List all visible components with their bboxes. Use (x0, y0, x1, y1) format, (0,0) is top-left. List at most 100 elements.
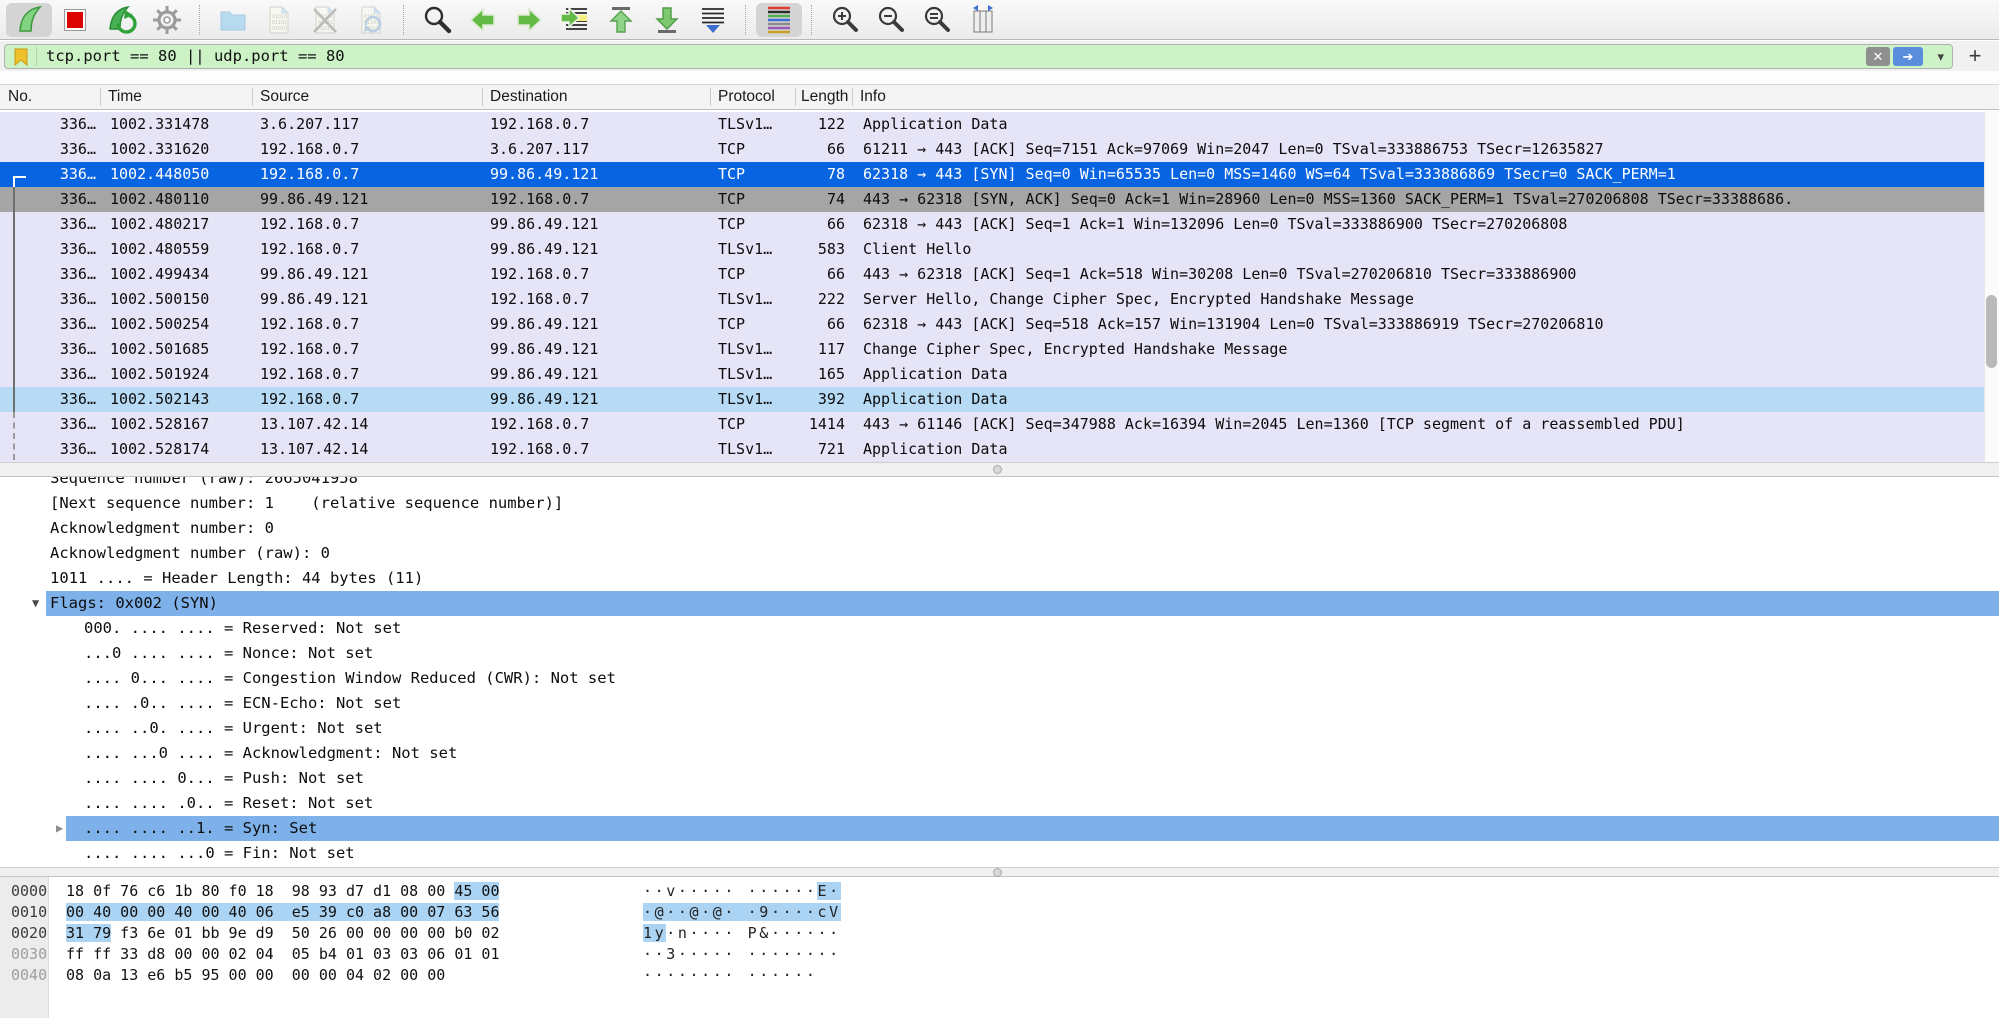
detail-line[interactable]: Acknowledgment number: 0 (0, 516, 1999, 541)
packet-row[interactable]: 336…1002.502143192.168.0.799.86.49.121TL… (0, 387, 1984, 412)
resize-columns-icon[interactable] (960, 3, 1006, 37)
zoom-out-icon[interactable] (868, 3, 914, 37)
column-resize-handle[interactable] (852, 88, 853, 106)
packet-row[interactable]: 336…1002.52817413.107.42.14192.168.0.7TL… (0, 437, 1984, 462)
cell-time: 1002.528174 (110, 437, 250, 462)
packet-row[interactable]: 336…1002.480559192.168.0.799.86.49.121TL… (0, 237, 1984, 262)
cell-length: 78 (795, 162, 845, 187)
packet-list-scrollbar-thumb[interactable] (1986, 295, 1997, 368)
packet-list[interactable]: 336…1002.3314783.6.207.117192.168.0.7TLS… (0, 110, 1999, 462)
cell-destination: 99.86.49.121 (490, 212, 706, 237)
column-resize-handle[interactable] (100, 88, 101, 106)
cell-time: 1002.500150 (110, 287, 250, 312)
stop-capture-icon[interactable] (52, 3, 98, 37)
detail-line[interactable]: [Next sequence number: 1 (relative seque… (0, 491, 1999, 516)
column-resize-handle[interactable] (795, 88, 796, 106)
packet-row[interactable]: 336…1002.501924192.168.0.799.86.49.121TL… (0, 362, 1984, 387)
hex-row[interactable]: 002031 79 f3 6e 01 bb 9e d9 50 26 00 00 … (0, 923, 1999, 944)
packet-row[interactable]: 336…1002.49943499.86.49.121192.168.0.7TC… (0, 262, 1984, 287)
column-header-no[interactable]: No. (8, 85, 96, 109)
packet-row[interactable]: 336…1002.448050192.168.0.799.86.49.121TC… (0, 162, 1984, 187)
expander-collapsed-icon[interactable]: ▶ (56, 816, 63, 841)
detail-line[interactable]: ▶.... .... ..1. = Syn: Set (0, 816, 1999, 841)
cell-time: 1002.501924 (110, 362, 250, 387)
find-packet-icon[interactable] (414, 3, 460, 37)
packet-row[interactable]: 336…1002.48011099.86.49.121192.168.0.7TC… (0, 187, 1984, 212)
go-to-packet-icon[interactable] (552, 3, 598, 37)
detail-line[interactable]: .... .... 0... = Push: Not set (0, 766, 1999, 791)
detail-line[interactable]: 1011 .... = Header Length: 44 bytes (11) (0, 566, 1999, 591)
colorize-icon[interactable] (756, 3, 802, 37)
column-header-length[interactable]: Length (801, 85, 851, 109)
cell-source: 192.168.0.7 (260, 362, 480, 387)
filter-dropdown-icon[interactable]: ▾ (1937, 45, 1944, 68)
hex-offset: 0030 (11, 944, 47, 965)
go-to-last-icon[interactable] (644, 3, 690, 37)
cell-length: 1414 (795, 412, 845, 437)
cell-info: Application Data (863, 437, 1982, 462)
go-forward-icon[interactable] (506, 3, 552, 37)
column-header-info[interactable]: Info (860, 85, 1060, 109)
detail-line[interactable]: Sequence number (raw): 2665041958 (0, 477, 1999, 491)
detail-line[interactable]: Acknowledgment number (raw): 0 (0, 541, 1999, 566)
column-resize-handle[interactable] (252, 88, 253, 106)
packet-row[interactable]: 336…1002.480217192.168.0.799.86.49.121TC… (0, 212, 1984, 237)
zoom-reset-icon[interactable] (914, 3, 960, 37)
splitter-details-bytes[interactable] (0, 867, 1999, 877)
go-back-icon[interactable] (460, 3, 506, 37)
cell-protocol: TCP (718, 262, 792, 287)
cell-length: 721 (795, 437, 845, 462)
detail-line[interactable]: .... ...0 .... = Acknowledgment: Not set (0, 741, 1999, 766)
cell-length: 122 (795, 112, 845, 137)
column-resize-handle[interactable] (482, 88, 483, 106)
start-capture-icon[interactable] (6, 3, 52, 37)
hex-row[interactable]: 004008 0a 13 e6 b5 95 00 00 00 00 04 02 … (0, 965, 1999, 986)
filter-add-button[interactable]: + (1963, 41, 1987, 71)
column-header-destination[interactable]: Destination (490, 85, 710, 109)
packet-details-pane[interactable]: Sequence number (raw): 2665041958[Next s… (0, 477, 1999, 867)
zoom-in-icon[interactable] (822, 3, 868, 37)
hex-row[interactable]: 0030ff ff 33 d8 00 00 02 04 05 b4 01 03 … (0, 944, 1999, 965)
go-to-first-icon[interactable] (598, 3, 644, 37)
packet-list-scrollbar-track[interactable] (1984, 111, 1999, 462)
detail-line[interactable]: .... 0... .... = Congestion Window Reduc… (0, 666, 1999, 691)
detail-line[interactable]: .... .... .0.. = Reset: Not set (0, 791, 1999, 816)
cell-destination: 99.86.49.121 (490, 312, 706, 337)
hex-row[interactable]: 000018 0f 76 c6 1b 80 f0 18 98 93 d7 d1 … (0, 881, 1999, 902)
expander-open-icon[interactable]: ▼ (32, 591, 39, 616)
filter-clear-button[interactable]: ✕ (1866, 47, 1890, 66)
detail-line[interactable]: ...0 .... .... = Nonce: Not set (0, 641, 1999, 666)
filter-apply-button[interactable]: ➔ (1893, 47, 1923, 66)
cell-destination: 192.168.0.7 (490, 262, 706, 287)
packet-row[interactable]: 336…1002.331620192.168.0.73.6.207.117TCP… (0, 137, 1984, 162)
detail-text: Acknowledgment number: 0 (50, 516, 274, 541)
packet-row[interactable]: 336…1002.500254192.168.0.799.86.49.121TC… (0, 312, 1984, 337)
packet-row[interactable]: 336…1002.50015099.86.49.121192.168.0.7TL… (0, 287, 1984, 312)
auto-scroll-icon[interactable] (690, 3, 736, 37)
filter-bookmark-icon[interactable] (13, 48, 29, 65)
cell-no: 336… (0, 137, 96, 162)
detail-line[interactable]: .... .... ...0 = Fin: Not set (0, 841, 1999, 866)
detail-line[interactable]: ▼Flags: 0x002 (SYN) (0, 591, 1999, 616)
packet-row[interactable]: 336…1002.52816713.107.42.14192.168.0.7TC… (0, 412, 1984, 437)
column-header-time[interactable]: Time (108, 85, 248, 109)
splitter-list-details[interactable] (0, 462, 1999, 477)
detail-text: .... 0... .... = Congestion Window Reduc… (84, 666, 616, 691)
restart-capture-icon[interactable] (98, 3, 144, 37)
packet-row[interactable]: 336…1002.501685192.168.0.799.86.49.121TL… (0, 337, 1984, 362)
detail-line[interactable]: .... ..0. .... = Urgent: Not set (0, 716, 1999, 741)
hex-bytes: 00 40 00 00 40 00 40 06 e5 39 c0 a8 00 0… (66, 902, 499, 923)
packet-bytes-pane[interactable]: 000018 0f 76 c6 1b 80 f0 18 98 93 d7 d1 … (0, 877, 1999, 1018)
hex-row[interactable]: 001000 40 00 00 40 00 40 06 e5 39 c0 a8 … (0, 902, 1999, 923)
bytes-text: ··v····· ······ (643, 882, 817, 900)
display-filter-input[interactable]: tcp.port == 80 || udp.port == 80 ✕ ➔ ▾ (4, 44, 1953, 69)
cell-info: 443 → 62318 [ACK] Seq=1 Ack=518 Win=3020… (863, 262, 1982, 287)
packet-row[interactable]: 336…1002.3314783.6.207.117192.168.0.7TLS… (0, 112, 1984, 137)
detail-line[interactable]: 000. .... .... = Reserved: Not set (0, 616, 1999, 641)
column-resize-handle[interactable] (710, 88, 711, 106)
detail-text: 000. .... .... = Reserved: Not set (84, 616, 401, 641)
column-header-source[interactable]: Source (260, 85, 480, 109)
column-header-protocol[interactable]: Protocol (718, 85, 792, 109)
detail-line[interactable]: .... .0.. .... = ECN-Echo: Not set (0, 691, 1999, 716)
capture-options-icon[interactable] (144, 3, 190, 37)
